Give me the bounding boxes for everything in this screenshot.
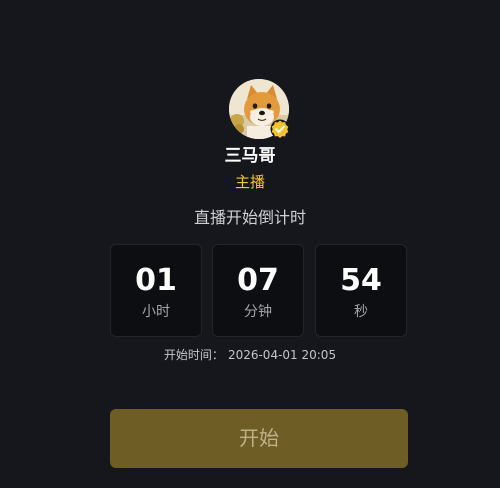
- countdown-minutes-card: 07 分钟: [212, 244, 304, 337]
- countdown-seconds-card: 54 秒: [315, 244, 407, 337]
- start-time-label: 开始时间：: [163, 348, 224, 362]
- verified-badge-icon: [270, 119, 290, 139]
- countdown-hours-value: 01: [135, 263, 177, 298]
- countdown-seconds-unit: 秒: [354, 304, 368, 320]
- streamer-role-badge: 主播: [234, 173, 265, 191]
- streamer-name: 三马哥: [224, 146, 276, 166]
- countdown-seconds-value: 54: [340, 263, 382, 298]
- start-time-line: 开始时间： 2026-04-01 20:05: [0, 346, 500, 364]
- start-time-value: 2026-04-01 20:05: [227, 348, 337, 362]
- countdown-title: 直播开始倒计时: [193, 208, 306, 227]
- countdown-hours-card: 01 小时: [110, 244, 202, 337]
- countdown-hours-unit: 小时: [142, 304, 170, 320]
- live-countdown-page: 三马哥 主播 直播开始倒计时 01 小时 07 分钟 54 秒 开始时间： 202…: [0, 0, 500, 488]
- countdown-minutes-unit: 分钟: [244, 304, 272, 320]
- start-live-button[interactable]: 开始: [110, 409, 408, 468]
- countdown-minutes-value: 07: [237, 263, 279, 298]
